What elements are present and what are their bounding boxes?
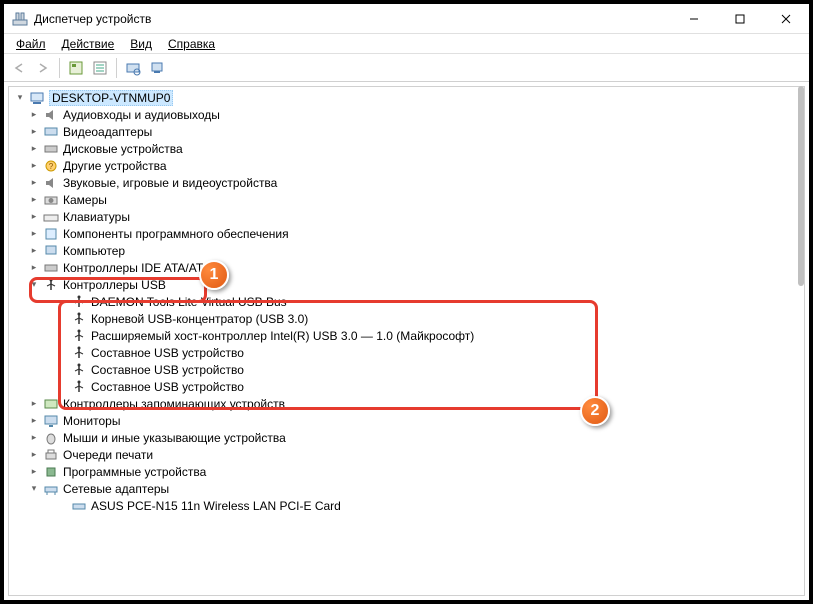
camera-icon bbox=[43, 192, 59, 208]
toolbar-properties-icon[interactable] bbox=[89, 57, 111, 79]
category-computer[interactable]: ▸ Компьютер bbox=[9, 242, 804, 259]
category-keyboard[interactable]: ▸ Клавиатуры bbox=[9, 208, 804, 225]
window-controls bbox=[671, 4, 809, 34]
usb-device[interactable]: Расширяемый хост-контроллер Intel(R) USB… bbox=[9, 327, 804, 344]
category-ide[interactable]: ▸ Контроллеры IDE ATA/ATAPI bbox=[9, 259, 804, 276]
root-label: DESKTOP-VTNMUP0 bbox=[49, 90, 173, 106]
category-software[interactable]: ▸ Компоненты программного обеспечения bbox=[9, 225, 804, 242]
usb-device[interactable]: Составное USB устройство bbox=[9, 361, 804, 378]
monitor-icon bbox=[43, 413, 59, 429]
category-monitor[interactable]: ▸ Мониторы bbox=[9, 412, 804, 429]
chevron-down-icon[interactable]: ▾ bbox=[13, 91, 27, 105]
chevron-right-icon[interactable]: ▸ bbox=[27, 261, 41, 275]
close-button[interactable] bbox=[763, 4, 809, 34]
usb-device[interactable]: Корневой USB-концентратор (USB 3.0) bbox=[9, 310, 804, 327]
category-mouse[interactable]: ▸ Мыши и иные указывающие устройства bbox=[9, 429, 804, 446]
usb-device[interactable]: DAEMON Tools Lite Virtual USB Bus bbox=[9, 293, 804, 310]
scrollbar-vertical[interactable] bbox=[798, 86, 804, 286]
usb-icon bbox=[43, 277, 59, 293]
sound-icon bbox=[43, 175, 59, 191]
category-print[interactable]: ▸ Очереди печати bbox=[9, 446, 804, 463]
titlebar: Диспетчер устройств bbox=[4, 4, 809, 34]
category-other[interactable]: ▸ ? Другие устройства bbox=[9, 157, 804, 174]
callout-1: 1 bbox=[199, 260, 229, 290]
menu-file[interactable]: Файл bbox=[8, 35, 54, 53]
category-disk[interactable]: ▸ Дисковые устройства bbox=[9, 140, 804, 157]
usb-icon bbox=[71, 345, 87, 361]
usb-icon bbox=[71, 328, 87, 344]
chevron-right-icon[interactable]: ▸ bbox=[27, 244, 41, 258]
toolbar bbox=[4, 54, 809, 82]
toolbar-devices-icon[interactable] bbox=[146, 57, 168, 79]
pc-icon bbox=[43, 243, 59, 259]
callout-2: 2 bbox=[580, 396, 610, 426]
category-sound[interactable]: ▸ Звуковые, игровые и видеоустройства bbox=[9, 174, 804, 191]
toolbar-refresh-icon[interactable] bbox=[65, 57, 87, 79]
separator bbox=[116, 58, 117, 78]
menu-action[interactable]: Действие bbox=[54, 35, 123, 53]
usb-icon bbox=[71, 379, 87, 395]
tree-root[interactable]: ▾ DESKTOP-VTNMUP0 bbox=[9, 89, 804, 106]
toolbar-scan-icon[interactable] bbox=[122, 57, 144, 79]
back-button[interactable] bbox=[8, 57, 30, 79]
chevron-right-icon[interactable]: ▸ bbox=[27, 108, 41, 122]
keyboard-icon bbox=[43, 209, 59, 225]
usb-icon bbox=[71, 311, 87, 327]
usb-icon bbox=[71, 362, 87, 378]
menubar: Файл Действие Вид Справка bbox=[4, 34, 809, 54]
software-icon bbox=[43, 226, 59, 242]
ide-icon bbox=[43, 260, 59, 276]
category-display[interactable]: ▸ Видеоадаптеры bbox=[9, 123, 804, 140]
device-tree-panel: ▾ DESKTOP-VTNMUP0 ▸ Аудиовходы и аудиовы… bbox=[8, 86, 805, 596]
storage-icon bbox=[43, 396, 59, 412]
network-icon bbox=[71, 498, 87, 514]
chevron-right-icon[interactable]: ▸ bbox=[27, 159, 41, 173]
separator bbox=[59, 58, 60, 78]
category-storage[interactable]: ▸ Контроллеры запоминающих устройств bbox=[9, 395, 804, 412]
display-adapter-icon bbox=[43, 124, 59, 140]
category-softdev[interactable]: ▸ Программные устройства bbox=[9, 463, 804, 480]
chip-icon bbox=[43, 464, 59, 480]
window-title: Диспетчер устройств bbox=[34, 12, 671, 26]
disk-icon bbox=[43, 141, 59, 157]
chevron-right-icon[interactable]: ▸ bbox=[27, 176, 41, 190]
audio-icon bbox=[43, 107, 59, 123]
app-icon bbox=[12, 11, 28, 27]
unknown-icon: ? bbox=[43, 158, 59, 174]
chevron-right-icon[interactable]: ▸ bbox=[27, 142, 41, 156]
menu-help[interactable]: Справка bbox=[160, 35, 223, 53]
chevron-right-icon[interactable]: ▸ bbox=[27, 125, 41, 139]
chevron-right-icon[interactable]: ▸ bbox=[27, 193, 41, 207]
category-audio[interactable]: ▸ Аудиовходы и аудиовыходы bbox=[9, 106, 804, 123]
category-camera[interactable]: ▸ Камеры bbox=[9, 191, 804, 208]
chevron-right-icon[interactable]: ▸ bbox=[27, 431, 41, 445]
chevron-right-icon[interactable]: ▸ bbox=[27, 414, 41, 428]
svg-text:?: ? bbox=[49, 162, 54, 171]
usb-icon bbox=[71, 294, 87, 310]
network-icon bbox=[43, 481, 59, 497]
chevron-right-icon[interactable]: ▸ bbox=[27, 397, 41, 411]
chevron-down-icon[interactable]: ▾ bbox=[27, 278, 41, 292]
device-tree: ▾ DESKTOP-VTNMUP0 ▸ Аудиовходы и аудиовы… bbox=[9, 87, 804, 516]
chevron-right-icon[interactable]: ▸ bbox=[27, 210, 41, 224]
network-device[interactable]: ASUS PCE-N15 11n Wireless LAN PCI-E Card bbox=[9, 497, 804, 514]
usb-device[interactable]: Составное USB устройство bbox=[9, 378, 804, 395]
chevron-right-icon[interactable]: ▸ bbox=[27, 465, 41, 479]
mouse-icon bbox=[43, 430, 59, 446]
chevron-right-icon[interactable]: ▸ bbox=[27, 227, 41, 241]
usb-device[interactable]: Составное USB устройство bbox=[9, 344, 804, 361]
printer-icon bbox=[43, 447, 59, 463]
chevron-down-icon[interactable]: ▾ bbox=[27, 482, 41, 496]
chevron-right-icon[interactable]: ▸ bbox=[27, 448, 41, 462]
category-network[interactable]: ▾ Сетевые адаптеры bbox=[9, 480, 804, 497]
category-usb[interactable]: ▾ Контроллеры USB bbox=[9, 276, 804, 293]
menu-view[interactable]: Вид bbox=[122, 35, 160, 53]
maximize-button[interactable] bbox=[717, 4, 763, 34]
minimize-button[interactable] bbox=[671, 4, 717, 34]
forward-button[interactable] bbox=[32, 57, 54, 79]
computer-icon bbox=[29, 90, 45, 106]
